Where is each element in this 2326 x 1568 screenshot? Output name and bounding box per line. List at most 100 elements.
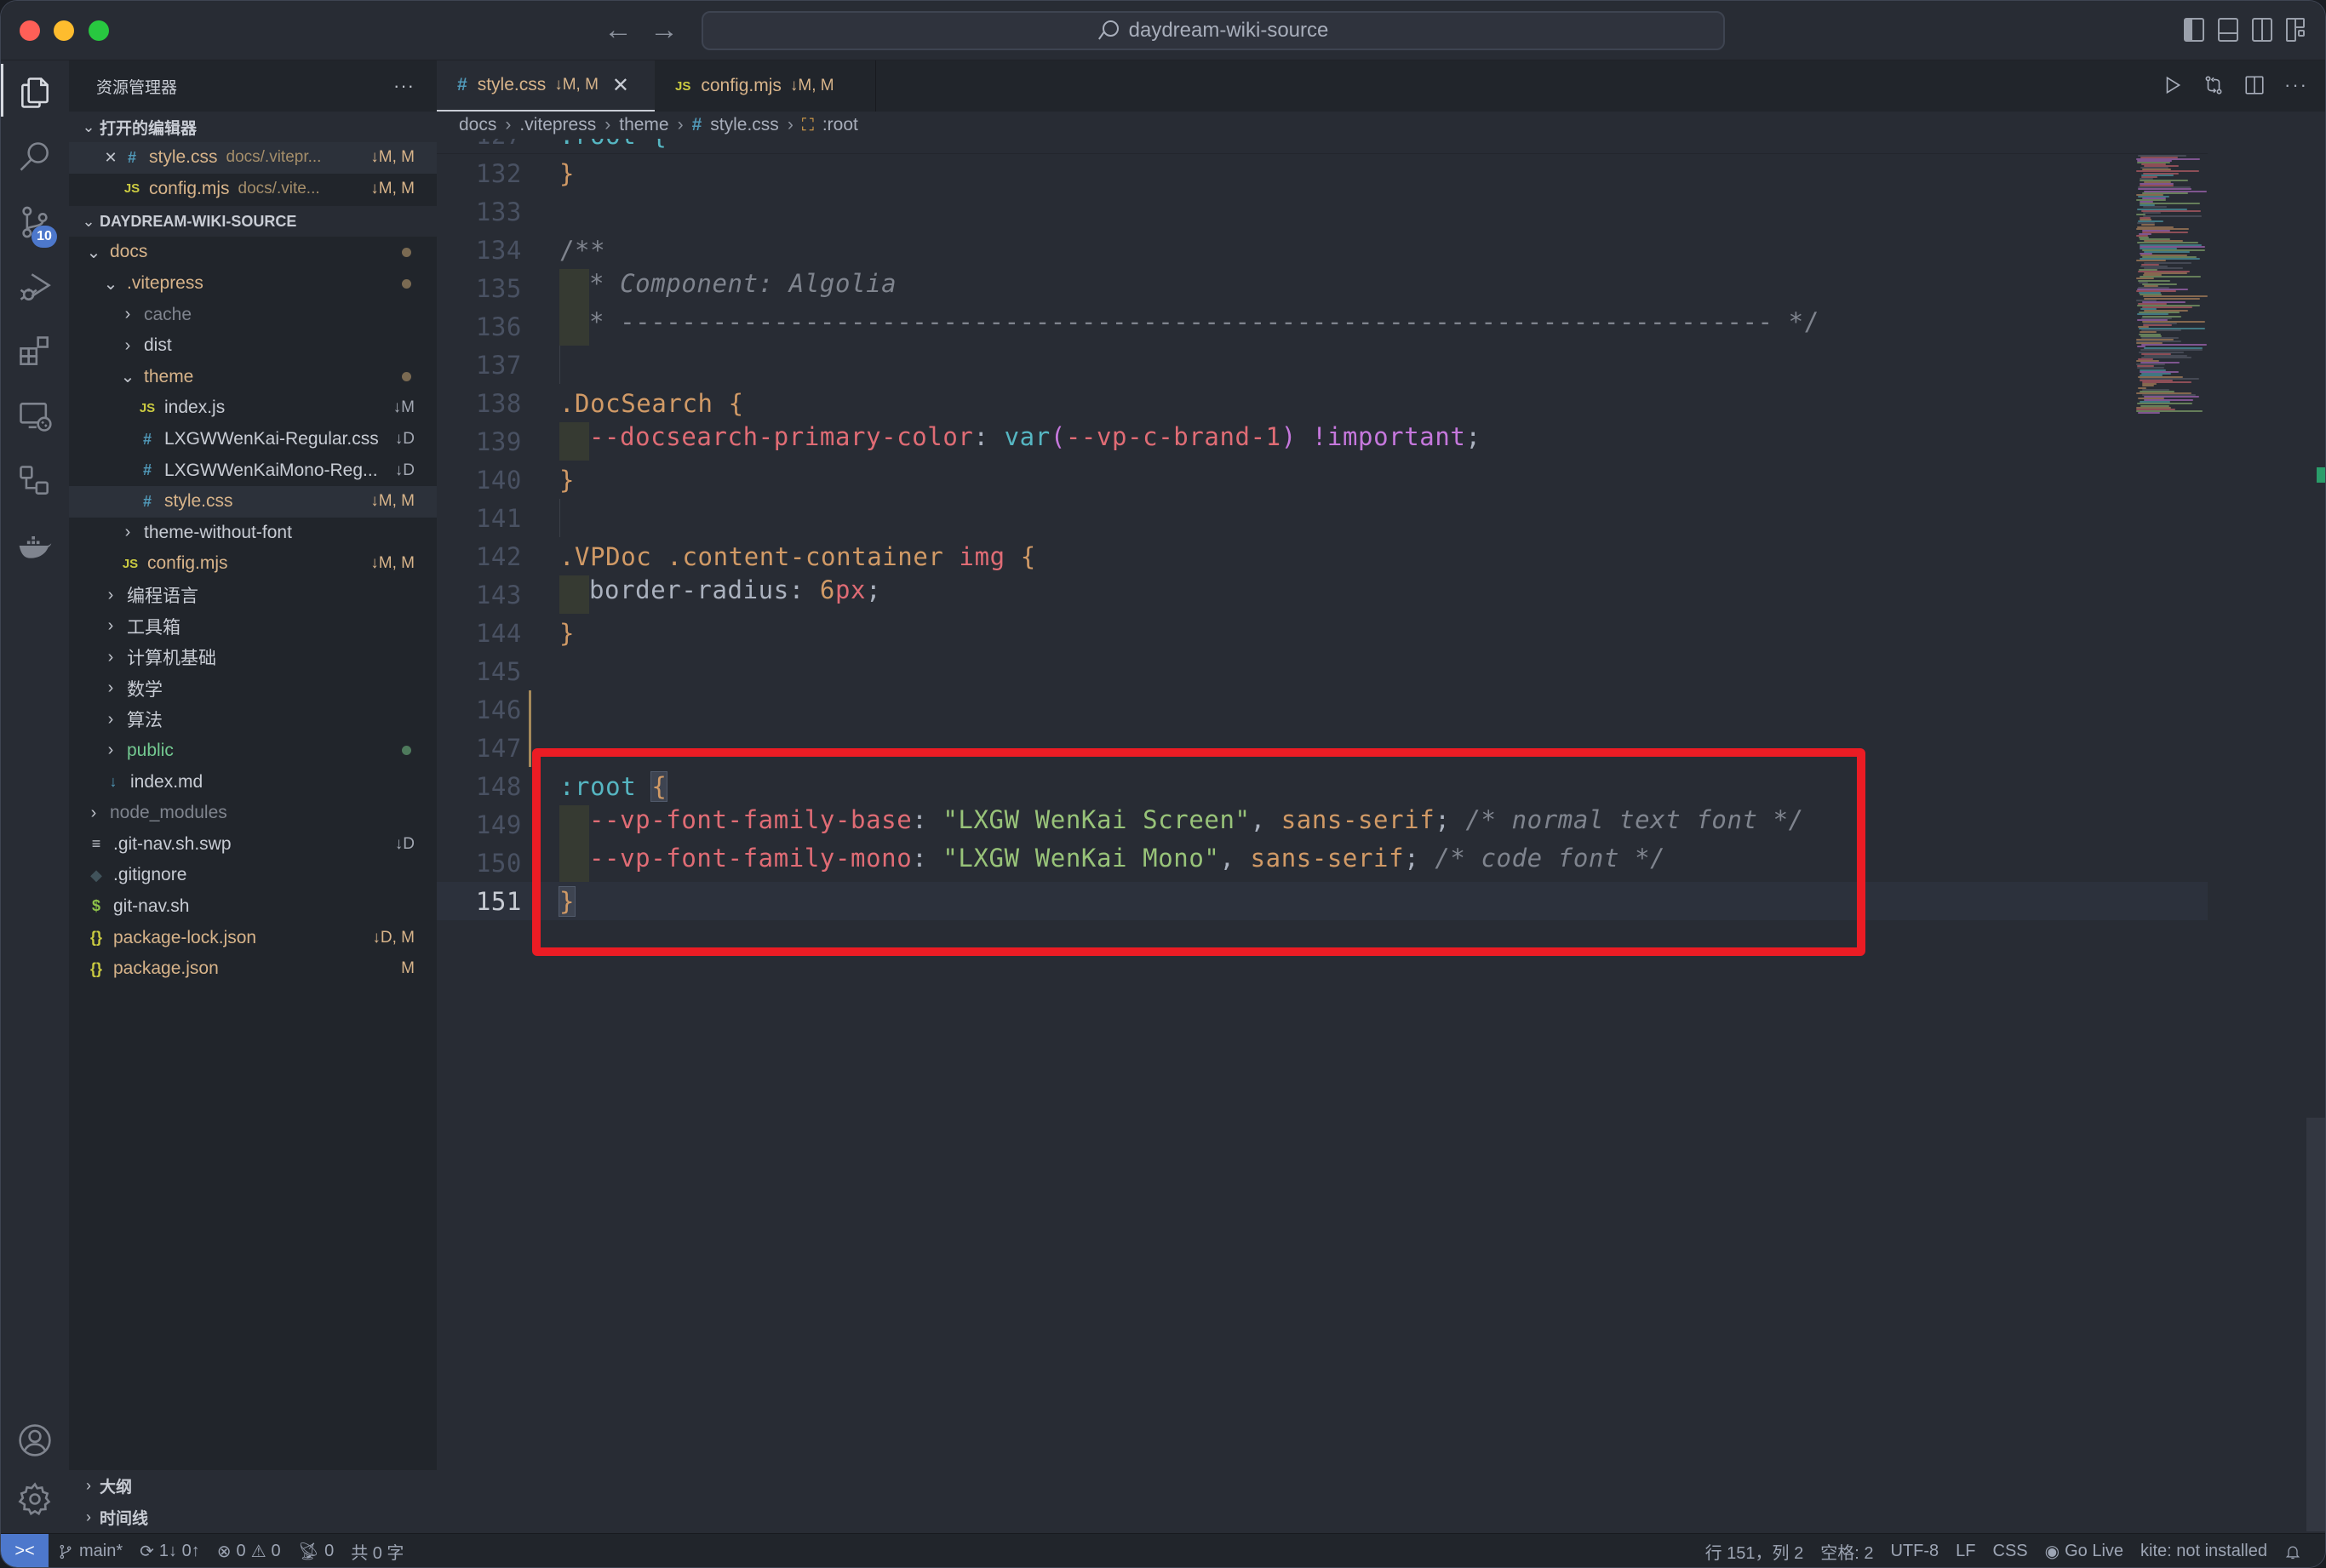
manage-gear-icon[interactable] bbox=[1, 1467, 69, 1531]
folder-item[interactable]: › theme-without-font bbox=[69, 518, 437, 549]
code-line[interactable]: 149 --vp-font-family-base: "LXGW WenKai S… bbox=[437, 805, 2208, 844]
code-line[interactable]: 135 * Component: Algolia bbox=[437, 269, 2208, 307]
toggle-secondary-sidebar-icon[interactable] bbox=[2252, 18, 2272, 42]
file-item[interactable]: ≡ .git-nav.sh.swp ↓D bbox=[69, 828, 437, 860]
folder-item[interactable]: › node_modules bbox=[69, 798, 437, 829]
file-item[interactable]: $ git-nav.sh bbox=[69, 891, 437, 923]
extensions-icon[interactable] bbox=[1, 319, 69, 384]
git-graph-icon[interactable] bbox=[1, 449, 69, 513]
breadcrumb-item[interactable]: :root bbox=[822, 115, 858, 135]
file-item[interactable]: ◆ .gitignore bbox=[69, 860, 437, 891]
file-item[interactable]: # LXGWWenKaiMono-Reg... ↓D bbox=[69, 455, 437, 486]
customize-layout-icon[interactable] bbox=[2286, 18, 2306, 42]
breadcrumb-item[interactable]: theme bbox=[619, 115, 668, 135]
code-line[interactable]: 137 bbox=[437, 346, 2208, 384]
folder-item[interactable]: › 数学 bbox=[69, 673, 437, 705]
run-icon[interactable] bbox=[2162, 74, 2184, 96]
vertical-scrollbar[interactable] bbox=[2306, 1118, 2325, 1531]
file-item[interactable]: {} package-lock.json ↓D, M bbox=[69, 922, 437, 953]
code-line[interactable]: 141 bbox=[437, 499, 2208, 537]
problems-indicator[interactable]: ⊗ 0 ⚠ 0 bbox=[209, 1541, 289, 1562]
minimize-window-button[interactable] bbox=[54, 20, 74, 41]
code-line[interactable]: 151} bbox=[437, 882, 2208, 920]
folder-item[interactable]: › 算法 bbox=[69, 704, 437, 735]
code-line[interactable]: 148:root { bbox=[437, 767, 2208, 805]
code-line[interactable]: 136 * -----------------------------------… bbox=[437, 307, 2208, 346]
file-item[interactable]: JS config.mjs ↓M, M bbox=[69, 548, 437, 580]
toggle-primary-sidebar-icon[interactable] bbox=[2184, 18, 2204, 42]
timeline-section-header[interactable]: › 时间线 bbox=[69, 1502, 437, 1533]
breadcrumb-item[interactable]: docs bbox=[459, 115, 496, 135]
code-line[interactable]: 140} bbox=[437, 461, 2208, 499]
file-item[interactable]: # style.css ↓M, M bbox=[69, 485, 437, 518]
code-line[interactable]: 133 bbox=[437, 192, 2208, 231]
breadcrumb-item[interactable]: style.css bbox=[710, 115, 779, 135]
outline-section-header[interactable]: › 大纲 bbox=[69, 1470, 437, 1502]
code-line[interactable]: 139 --docsearch-primary-color: var(--vp-c… bbox=[437, 422, 2208, 461]
accounts-icon[interactable] bbox=[1, 1408, 69, 1473]
branch-indicator[interactable]: main* bbox=[49, 1542, 131, 1561]
breadcrumb-item[interactable]: .vitepress bbox=[519, 115, 596, 135]
kite-status[interactable]: kite: not installed bbox=[2132, 1542, 2276, 1561]
notifications-bell-icon[interactable] bbox=[2276, 1542, 2310, 1561]
language-mode[interactable]: CSS bbox=[1985, 1542, 2037, 1561]
close-icon[interactable]: ✕ bbox=[101, 149, 120, 167]
back-arrow-icon[interactable]: ← bbox=[604, 13, 633, 47]
split-editor-icon[interactable] bbox=[2243, 74, 2266, 96]
forward-arrow-icon[interactable]: → bbox=[650, 13, 679, 47]
maximize-window-button[interactable] bbox=[89, 20, 109, 41]
folder-item[interactable]: ⌄ theme bbox=[69, 362, 437, 393]
code-line[interactable]: 132} bbox=[437, 154, 2208, 192]
toggle-panel-icon[interactable] bbox=[2218, 18, 2238, 42]
explorer-icon[interactable] bbox=[1, 60, 69, 125]
explorer-more-actions-icon[interactable]: ··· bbox=[393, 75, 415, 97]
sticky-scroll-header[interactable]: 127 :root { bbox=[437, 139, 2208, 154]
remote-explorer-icon[interactable] bbox=[1, 384, 69, 449]
indentation[interactable]: 空格: 2 bbox=[1812, 1539, 1882, 1564]
tab-close-icon[interactable]: ✕ bbox=[612, 73, 629, 98]
file-item[interactable]: ↓ index.md bbox=[69, 766, 437, 798]
docker-icon[interactable] bbox=[1, 513, 69, 578]
code-line[interactable]: 144} bbox=[437, 614, 2208, 652]
folder-item[interactable]: › cache bbox=[69, 299, 437, 330]
code-line[interactable]: 142 .VPDoc .content-container img { bbox=[437, 537, 2208, 575]
command-center-search[interactable]: daydream-wiki-source bbox=[702, 11, 1725, 50]
workspace-section-header[interactable]: ⌄ DAYDREAM-WIKI-SOURCE bbox=[69, 206, 437, 237]
code-editor[interactable]: 127 :root { 132} 133 134 /** 135 * Component:… bbox=[437, 139, 2325, 1533]
folder-item[interactable]: › public bbox=[69, 735, 437, 767]
code-line[interactable]: 146 bbox=[437, 690, 2208, 729]
sync-indicator[interactable]: ⟳ 1↓ 0↑ bbox=[131, 1541, 209, 1562]
ports-indicator[interactable]: 📡︎ 0 bbox=[289, 1541, 343, 1562]
tab-config-mjs[interactable]: JS config.mjs ↓M, M bbox=[655, 60, 876, 112]
search-icon[interactable] bbox=[1, 125, 69, 190]
more-actions-icon[interactable]: ··· bbox=[2284, 74, 2308, 96]
source-control-icon[interactable]: 10 bbox=[1, 190, 69, 255]
code-line[interactable]: 150 --vp-font-family-mono: "LXGW WenKai M… bbox=[437, 844, 2208, 882]
run-debug-icon[interactable] bbox=[1, 255, 69, 319]
close-window-button[interactable] bbox=[20, 20, 40, 41]
compare-changes-icon[interactable] bbox=[2203, 74, 2225, 96]
tab-style-css[interactable]: # style.css ↓M, M ✕ bbox=[437, 60, 655, 112]
end-of-line[interactable]: LF bbox=[1947, 1542, 1984, 1561]
go-live-button[interactable]: ◉ Go Live bbox=[2037, 1541, 2132, 1562]
git-change-gutter-marker[interactable] bbox=[529, 690, 531, 767]
code-line[interactable]: 143 border-radius: 6 px; bbox=[437, 575, 2208, 614]
open-editor-item[interactable]: JS config.mjs docs/.vite... ↓M, M bbox=[69, 174, 437, 205]
code-line[interactable]: 134 /** bbox=[437, 231, 2208, 269]
code-line[interactable]: 145 bbox=[437, 652, 2208, 690]
minimap[interactable] bbox=[2131, 139, 2259, 420]
folder-item[interactable]: › 编程语言 bbox=[69, 580, 437, 611]
cursor-position[interactable]: 行 151，列 2 bbox=[1697, 1539, 1813, 1564]
remote-indicator-icon[interactable]: >< bbox=[1, 1533, 49, 1567]
folder-item[interactable]: ⌄ .vitepress bbox=[69, 268, 437, 300]
code-line[interactable]: 138 .DocSearch { bbox=[437, 384, 2208, 422]
folder-item[interactable]: › 工具箱 bbox=[69, 610, 437, 642]
folder-item[interactable]: › dist bbox=[69, 330, 437, 362]
file-item[interactable]: {} package.json M bbox=[69, 953, 437, 985]
open-editors-section-header[interactable]: ⌄ 打开的编辑器 bbox=[69, 112, 437, 142]
word-count[interactable]: 共 0 字 bbox=[342, 1539, 412, 1564]
folder-item[interactable]: › 计算机基础 bbox=[69, 642, 437, 673]
folder-item[interactable]: ⌄ docs bbox=[69, 237, 437, 268]
file-item[interactable]: # LXGWWenKai-Regular.css ↓D bbox=[69, 424, 437, 455]
open-editor-item[interactable]: ✕ # style.css docs/.vitepr... ↓M, M bbox=[69, 142, 437, 174]
